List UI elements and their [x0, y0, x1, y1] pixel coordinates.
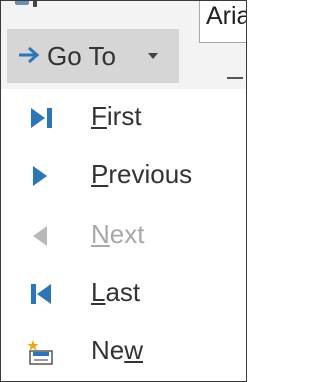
menu-item-first-label: First: [91, 101, 142, 131]
last-record-icon: [31, 284, 51, 304]
go-to-label: Go To: [47, 41, 116, 71]
menu-item-first[interactable]: First: [1, 89, 246, 147]
first-record-icon: [31, 108, 52, 128]
menu-item-next: Next: [1, 207, 246, 265]
arrow-right-icon: [19, 46, 40, 64]
go-to-menu: First Previous Next Last New: [1, 89, 246, 381]
partial-toolbar-icon: [15, 1, 55, 9]
next-record-icon: [33, 226, 47, 246]
menu-item-previous-label: Previous: [91, 159, 193, 189]
menu-item-last-label: Last: [91, 277, 141, 307]
ribbon-area: Aria Go To: [1, 1, 246, 89]
menu-item-last[interactable]: Last: [1, 265, 246, 323]
previous-record-icon: [33, 166, 47, 186]
menu-item-new[interactable]: New: [1, 323, 246, 381]
font-name-value: Aria: [206, 2, 247, 30]
ribbon-separator: [227, 71, 246, 89]
font-name-field[interactable]: Aria: [199, 1, 247, 43]
new-record-icon: [27, 340, 53, 365]
menu-item-next-label: Next: [91, 219, 145, 249]
menu-item-previous[interactable]: Previous: [1, 147, 246, 205]
chevron-down-icon: [148, 53, 158, 59]
menu-item-new-label: New: [91, 335, 144, 365]
goto-dropdown-window: Aria Go To First Previous Next Last New: [0, 0, 247, 382]
go-to-button[interactable]: Go To: [7, 29, 179, 83]
